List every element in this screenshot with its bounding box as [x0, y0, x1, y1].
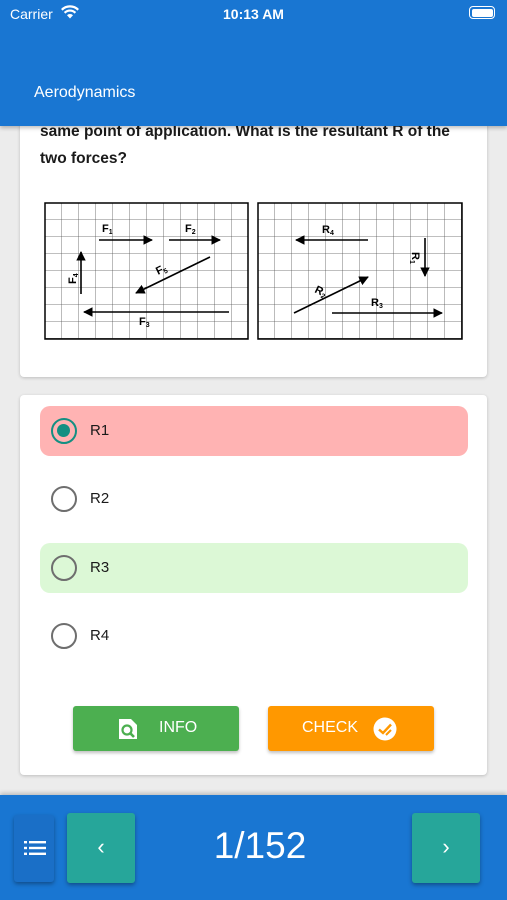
info-button[interactable]: INFO [73, 706, 239, 751]
bottom-navigation: ‹ 1/152 › [0, 795, 507, 900]
status-time: 10:13 AM [223, 6, 284, 22]
option-r4[interactable]: R4 [40, 611, 468, 661]
option-r2[interactable]: R2 [40, 474, 468, 524]
page-title: Aerodynamics [34, 84, 136, 101]
question-counter: 1/152 [213, 825, 307, 866]
option-r3[interactable]: R3 [40, 543, 468, 593]
check-button[interactable]: CHECK [268, 706, 434, 751]
f4-sub: 4 [73, 273, 80, 277]
check-answer-icon [372, 716, 398, 747]
next-button[interactable]: › [412, 813, 480, 883]
option-r1[interactable]: R1 [40, 406, 468, 456]
app-header: Carrier 10:13 AM Aerodynamics [0, 0, 507, 126]
option-label: R4 [90, 627, 110, 644]
option-label: R1 [90, 422, 110, 439]
radio-icon[interactable] [51, 623, 77, 649]
right-diagram: R4 R1 R2 R3 [257, 202, 463, 340]
radio-icon[interactable] [51, 486, 77, 512]
r1-sub: 1 [408, 260, 415, 264]
force-diagram: F1 F2 F3 F4 F5 R4 R1 R2 R3 [44, 202, 463, 340]
chevron-right-icon: › [442, 834, 450, 859]
check-button-label: CHECK [302, 719, 359, 736]
answers-card: R1 R2 R3 R4 INFO CHECK [20, 395, 487, 775]
radio-icon[interactable] [51, 555, 77, 581]
r4-label: R [322, 224, 330, 236]
r4-sub: 4 [330, 230, 334, 237]
question-card: same point of application. What is the r… [20, 96, 487, 377]
f1-sub: 1 [109, 229, 113, 236]
search-document-icon [117, 718, 139, 745]
question-text: same point of application. What is the r… [40, 123, 450, 167]
r3-sub: 3 [379, 303, 383, 310]
left-diagram: F1 F2 F3 F4 F5 [44, 202, 249, 340]
r1-label: R [409, 252, 421, 260]
chevron-left-icon: ‹ [97, 834, 105, 859]
radio-selected-icon[interactable] [51, 418, 77, 444]
option-label: R2 [90, 490, 110, 507]
previous-button[interactable]: ‹ [67, 813, 135, 883]
question-list-button[interactable] [14, 815, 54, 882]
f2-sub: 2 [192, 229, 196, 236]
option-label: R3 [90, 559, 110, 576]
status-bar: Carrier 10:13 AM [0, 0, 507, 28]
f3-sub: 3 [146, 322, 150, 329]
list-icon [24, 841, 46, 855]
info-button-label: INFO [159, 719, 198, 736]
battery-icon [469, 6, 495, 19]
r3-label: R [371, 297, 379, 309]
